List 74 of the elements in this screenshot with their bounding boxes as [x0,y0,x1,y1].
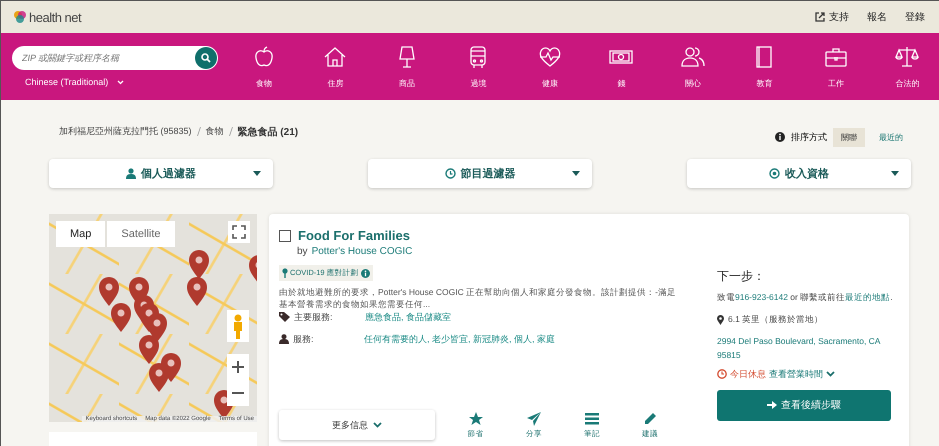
send-icon [526,412,541,426]
info-icon [360,268,370,278]
next-step-heading: 下一步： [717,268,766,285]
separator-icon [228,127,233,136]
category-link[interactable]: 健康 [514,44,586,89]
caret-icon [253,171,261,176]
checkbox[interactable] [279,230,291,242]
category-link[interactable]: 工作 [800,44,872,89]
service-value[interactable]: 應急食品, 食品儲藏室 [365,310,452,324]
info-icon [775,132,785,142]
search-icon [201,53,211,63]
program-description: 由於就地避難所的要求，Potter's House COGIC 正在幫助向個人和家庭分發食物。該計劃提供：-滿足基本營養需求的食物如果您需要任何... [279,287,677,311]
external-link-icon [815,12,825,22]
language-select[interactable]: Chinese (Traditional) [12,77,218,87]
pencil-icon [642,412,657,426]
category-link[interactable]: 食物 [228,44,300,89]
distance-text: 6.1 英里（服務於當地） [728,314,824,326]
arrow-right-icon [767,400,777,410]
service-label: 主要服務: [294,310,334,324]
category-link[interactable]: 商品 [371,44,442,89]
sort-label: 排序方式 [791,130,827,144]
more-info-button[interactable]: 更多信息 [279,410,435,440]
closed-status: 今日休息 [730,368,766,381]
filter-dropdown[interactable]: 節目過濾器 [368,159,592,188]
chevron-down-icon [116,80,124,85]
target-icon [769,168,780,179]
star-icon [468,412,483,426]
filter-dropdown[interactable]: 收入資格 [687,159,911,188]
separator-icon [196,127,201,136]
next-steps-button[interactable]: 查看後續步驟 [717,390,891,421]
sort-option[interactable]: 關聯 [833,128,865,146]
fullscreen-icon[interactable] [228,221,250,243]
category-link[interactable]: 錢 [586,44,657,89]
sort-option[interactable]: 最近的 [871,128,911,146]
nearest-location-link[interactable]: 最近的地點 [845,292,890,302]
pin-icon [282,268,288,278]
map-type-button[interactable]: Map [56,221,106,247]
category-link[interactable]: 過境 [442,44,514,89]
contact-text: 致電916-923-6142 or 聯繫或前往最近的地點. [717,291,893,304]
breadcrumb-item[interactable]: 加利福尼亞州薩克拉門托 (95835) [59,125,192,138]
logo-text[interactable]: health net [29,10,82,24]
program-title[interactable]: Food For Families [298,228,410,243]
top-link[interactable]: 支持 [829,10,849,24]
chevron-down-icon [372,422,382,428]
category-link[interactable]: 住房 [300,44,371,89]
by-label: by [297,246,308,257]
category-link[interactable]: 合法的 [872,44,939,89]
breadcrumb-item[interactable]: 食物 [206,125,224,138]
chevron-down-icon [826,370,835,377]
category-link[interactable]: 教育 [728,44,800,89]
list-icon [584,412,599,426]
phone-link[interactable]: 916-923-6142 [735,292,788,302]
address-link[interactable]: 2994 Del Paso Boulevard, Sacramento, CA 95815 [717,334,893,362]
caret-icon [891,171,899,176]
map-marker-icon [717,314,724,325]
service-value[interactable]: 任何有需要的人, 老少皆宜, 新冠肺炎, 個人, 家庭 [364,332,556,346]
logo-icon [13,10,27,24]
map-type-button[interactable]: Satellite [107,221,175,247]
hours-link[interactable]: 查看營業時間 [769,368,835,381]
caret-icon [572,171,580,176]
clock-icon [717,369,727,380]
service-label: 服務: [293,332,315,346]
person-icon [126,168,136,179]
clock-icon [444,168,456,179]
search-field[interactable]: ZIP 或關鍵字或程序名稱 [12,46,218,70]
plus-icon [232,361,244,373]
top-link[interactable]: 報名 [867,10,887,24]
person-icon [279,334,289,344]
category-link[interactable]: 關心 [657,44,728,89]
filter-dropdown[interactable]: 個人過濾器 [49,159,273,188]
provider-link[interactable]: Potter's House COGIC [312,246,412,257]
tag-icon [279,312,290,322]
top-link[interactable]: 登錄 [905,10,925,24]
breadcrumb-item: 緊急食品 (21) [238,126,298,138]
